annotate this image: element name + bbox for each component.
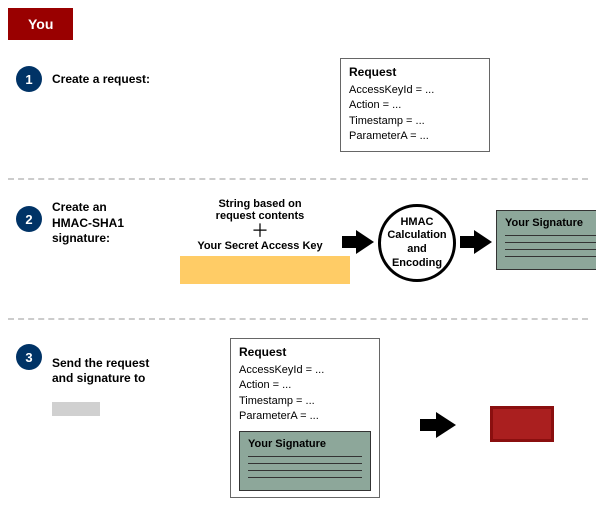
request-box-step3: Request AccessKeyId = ... Action = ... T… <box>230 338 380 498</box>
destination-server-icon <box>490 406 554 442</box>
signature-line <box>248 456 362 457</box>
step-1-circle: 1 <box>16 66 42 92</box>
request-line: Timestamp = ... <box>239 394 371 409</box>
divider <box>8 318 588 320</box>
request-box-title: Request <box>239 345 371 359</box>
signature-line <box>248 463 362 464</box>
hmac-input-top: String based on request contents <box>180 198 340 222</box>
step-3-label: Send the request and signature to <box>52 340 172 421</box>
hmac-input-bottom: Your Secret Access Key <box>180 240 340 252</box>
step-2-label: Create an HMAC-SHA1 signature: <box>52 200 142 247</box>
secret-key-redacted <box>180 256 350 284</box>
hmac-inputs-column: String based on request contents ＋ Your … <box>180 198 340 284</box>
arrow-right-icon <box>460 228 492 256</box>
signature-box-step2: Your Signature <box>496 210 596 270</box>
request-line: ParameterA = ... <box>349 129 481 144</box>
request-line: Timestamp = ... <box>349 114 481 129</box>
signature-line <box>248 477 362 478</box>
step-3-circle: 3 <box>16 344 42 370</box>
request-line: Action = ... <box>239 378 371 393</box>
signature-title: Your Signature <box>248 438 362 450</box>
request-line: Action = ... <box>349 98 481 113</box>
plus-icon: ＋ <box>180 222 340 240</box>
signature-line <box>505 256 596 257</box>
signature-box-step3: Your Signature <box>239 431 371 491</box>
step-1-label: Create a request: <box>52 72 150 88</box>
request-line: AccessKeyId = ... <box>239 363 371 378</box>
request-line: ParameterA = ... <box>239 409 371 424</box>
signature-line <box>505 235 596 236</box>
step-2-circle: 2 <box>16 206 42 232</box>
signature-title: Your Signature <box>505 217 596 229</box>
arrow-right-icon <box>420 410 456 440</box>
request-box-step1: Request AccessKeyId = ... Action = ... T… <box>340 58 490 152</box>
divider <box>8 178 588 180</box>
request-line: AccessKeyId = ... <box>349 83 481 98</box>
arrow-right-icon <box>342 228 374 256</box>
signature-line <box>505 242 596 243</box>
request-box-title: Request <box>349 65 481 79</box>
destination-redacted <box>52 402 100 416</box>
signature-line <box>248 470 362 471</box>
signature-line <box>505 249 596 250</box>
step-3-label-text: Send the request and signature to <box>52 356 149 386</box>
you-badge: You <box>8 8 73 40</box>
hmac-circle: HMAC Calculation and Encoding <box>378 204 456 282</box>
